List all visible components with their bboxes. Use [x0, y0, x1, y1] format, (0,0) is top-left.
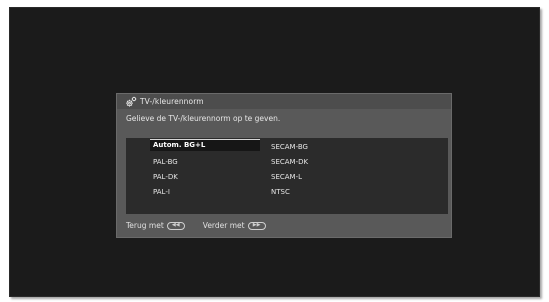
- next-hint[interactable]: Verder met ▶▶: [203, 221, 266, 230]
- option-ntsc[interactable]: NTSC: [271, 188, 290, 196]
- tv-standard-options: Autom. BG+L PAL-BG PAL-DK PAL-I SECAM-BG…: [126, 138, 448, 214]
- gears-icon: [126, 96, 137, 107]
- tv-standard-dialog: TV-/kleurennorm Gelieve de TV-/kleurenno…: [116, 93, 452, 238]
- tv-screen: TV-/kleurennorm Gelieve de TV-/kleurenno…: [9, 7, 540, 297]
- option-pal-i[interactable]: PAL-I: [153, 188, 170, 196]
- option-autom-bg-l[interactable]: Autom. BG+L: [150, 139, 260, 151]
- option-pal-bg[interactable]: PAL-BG: [153, 158, 178, 166]
- back-label: Terug met: [126, 221, 164, 230]
- dialog-title: TV-/kleurennorm: [140, 97, 204, 106]
- rewind-key-icon: ◀◀: [166, 221, 185, 230]
- option-secam-l[interactable]: SECAM-L: [271, 173, 302, 181]
- option-secam-bg[interactable]: SECAM-BG: [271, 143, 308, 151]
- next-label: Verder met: [202, 221, 245, 230]
- option-pal-dk[interactable]: PAL-DK: [153, 173, 178, 181]
- option-secam-dk[interactable]: SECAM-DK: [271, 158, 308, 166]
- back-hint[interactable]: Terug met ◀◀: [126, 221, 185, 230]
- forward-key-icon: ▶▶: [247, 221, 266, 230]
- dialog-prompt: Gelieve de TV-/kleurennorm op te geven.: [126, 114, 281, 123]
- dialog-footer: Terug met ◀◀ Verder met ▶▶: [126, 221, 266, 230]
- dialog-header: TV-/kleurennorm: [117, 94, 451, 109]
